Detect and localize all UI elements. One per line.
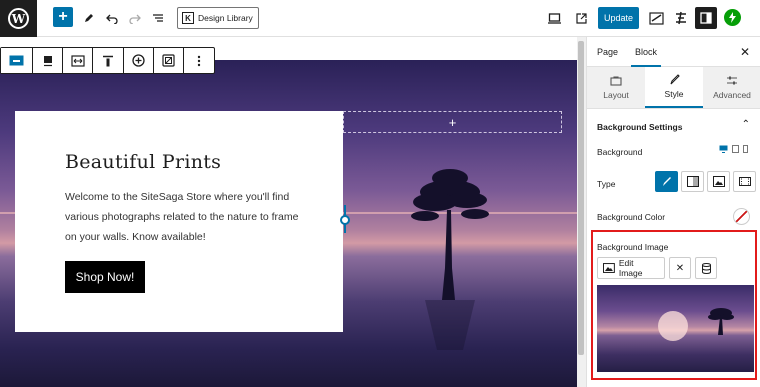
tree-silhouette-image (411, 169, 489, 350)
dynamic-content-button[interactable] (695, 257, 717, 279)
stackable-icon[interactable] (645, 7, 667, 29)
edit-image-label: Edit Image (618, 258, 643, 278)
type-video-icon[interactable] (733, 171, 756, 192)
background-color-label: Background Color (597, 212, 666, 222)
preview-desktop-icon[interactable] (543, 7, 565, 29)
jetpack-icon[interactable] (724, 9, 741, 26)
desktop-icon[interactable] (719, 145, 728, 153)
cover-block-type-icon[interactable] (1, 48, 33, 73)
edit-image-button[interactable]: Edit Image (597, 257, 665, 279)
tab-style-label: Style (664, 89, 684, 99)
tree-thumbnail (708, 308, 734, 335)
replace-media-icon[interactable] (154, 48, 184, 73)
remove-image-button[interactable]: ✕ (669, 257, 691, 279)
responsive-device-icons (719, 145, 748, 153)
background-label: Background (597, 147, 643, 157)
block-subtabs: Layout Style Advanced (587, 67, 760, 109)
more-options-icon[interactable] (184, 48, 214, 73)
close-icon[interactable]: ✕ (740, 45, 750, 59)
tab-advanced[interactable]: Advanced (703, 67, 760, 108)
settings-sidebar: Page Block ✕ Layout Style Advanced Backg… (586, 37, 760, 387)
column-resize-handle[interactable] (340, 215, 350, 225)
tab-layout[interactable]: Layout (587, 67, 645, 108)
redo-icon[interactable] (124, 7, 146, 29)
chevron-up-icon[interactable]: ⌃ (742, 119, 750, 130)
sidebar-tabs: Page Block ✕ (587, 37, 760, 67)
database-icon (701, 262, 711, 274)
add-block-button[interactable]: + (53, 7, 73, 27)
background-type-buttons (655, 171, 756, 192)
editor-canvas: Beautiful Prints Welcome to the SiteSaga… (0, 37, 577, 387)
tab-layout-label: Layout (603, 89, 629, 100)
settings-sidebar-toggle-icon[interactable] (695, 7, 717, 29)
update-button[interactable]: Update (598, 7, 639, 29)
vertical-align-top-icon[interactable] (93, 48, 124, 73)
block-toolbar (0, 47, 215, 74)
type-gradient-icon[interactable] (681, 171, 704, 192)
image-icon (603, 263, 615, 273)
canvas-scrollbar[interactable] (577, 37, 586, 387)
tab-block[interactable]: Block (630, 47, 662, 67)
brush-icon (669, 74, 680, 85)
document-overview-icon[interactable] (147, 7, 169, 29)
background-image-preview[interactable] (597, 285, 754, 372)
view-post-external-icon[interactable] (570, 7, 592, 29)
background-color-swatch[interactable] (733, 208, 750, 225)
tools-pencil-icon[interactable] (78, 7, 100, 29)
full-width-icon[interactable] (63, 48, 93, 73)
close-icon: ✕ (675, 262, 685, 274)
mobile-icon[interactable] (743, 145, 748, 153)
undo-icon[interactable] (101, 7, 123, 29)
background-settings-heading[interactable]: Background Settings (597, 122, 682, 132)
tablet-icon[interactable] (732, 145, 739, 153)
top-toolbar: W + K Design Library Update (0, 0, 760, 37)
hero-description[interactable]: Welcome to the SiteSaga Store where you'… (65, 187, 305, 247)
hero-content-card[interactable]: Beautiful Prints Welcome to the SiteSaga… (15, 111, 343, 332)
type-image-icon[interactable] (707, 171, 730, 192)
block-layout-icon[interactable] (33, 48, 63, 73)
sliders-icon (727, 76, 737, 85)
layout-icon (610, 75, 622, 86)
plus-icon: + (448, 114, 457, 130)
editor-app: W + K Design Library Update Beautiful Pr… (0, 0, 760, 387)
tab-style[interactable]: Style (645, 67, 703, 108)
type-color-brush-icon[interactable] (655, 171, 678, 192)
design-library-icon: K (182, 12, 194, 24)
scrollbar-thumb[interactable] (578, 41, 584, 355)
hero-title[interactable]: Beautiful Prints (65, 151, 221, 173)
design-library-button[interactable]: K Design Library (177, 7, 259, 29)
design-library-label: Design Library (198, 13, 253, 23)
type-label: Type (597, 179, 616, 189)
background-image-actions: Edit Image ✕ (597, 257, 717, 279)
tab-page[interactable]: Page (597, 47, 618, 57)
focal-point-picker[interactable] (658, 311, 688, 341)
add-block-placeholder[interactable]: + (343, 111, 562, 133)
background-image-label: Background Image (597, 242, 669, 252)
spectra-icon[interactable] (670, 7, 692, 29)
tab-advanced-label: Advanced (713, 90, 751, 100)
wordpress-logo-icon[interactable]: W (0, 0, 37, 37)
shop-now-button[interactable]: Shop Now! (65, 261, 145, 293)
add-circle-icon[interactable] (124, 48, 154, 73)
